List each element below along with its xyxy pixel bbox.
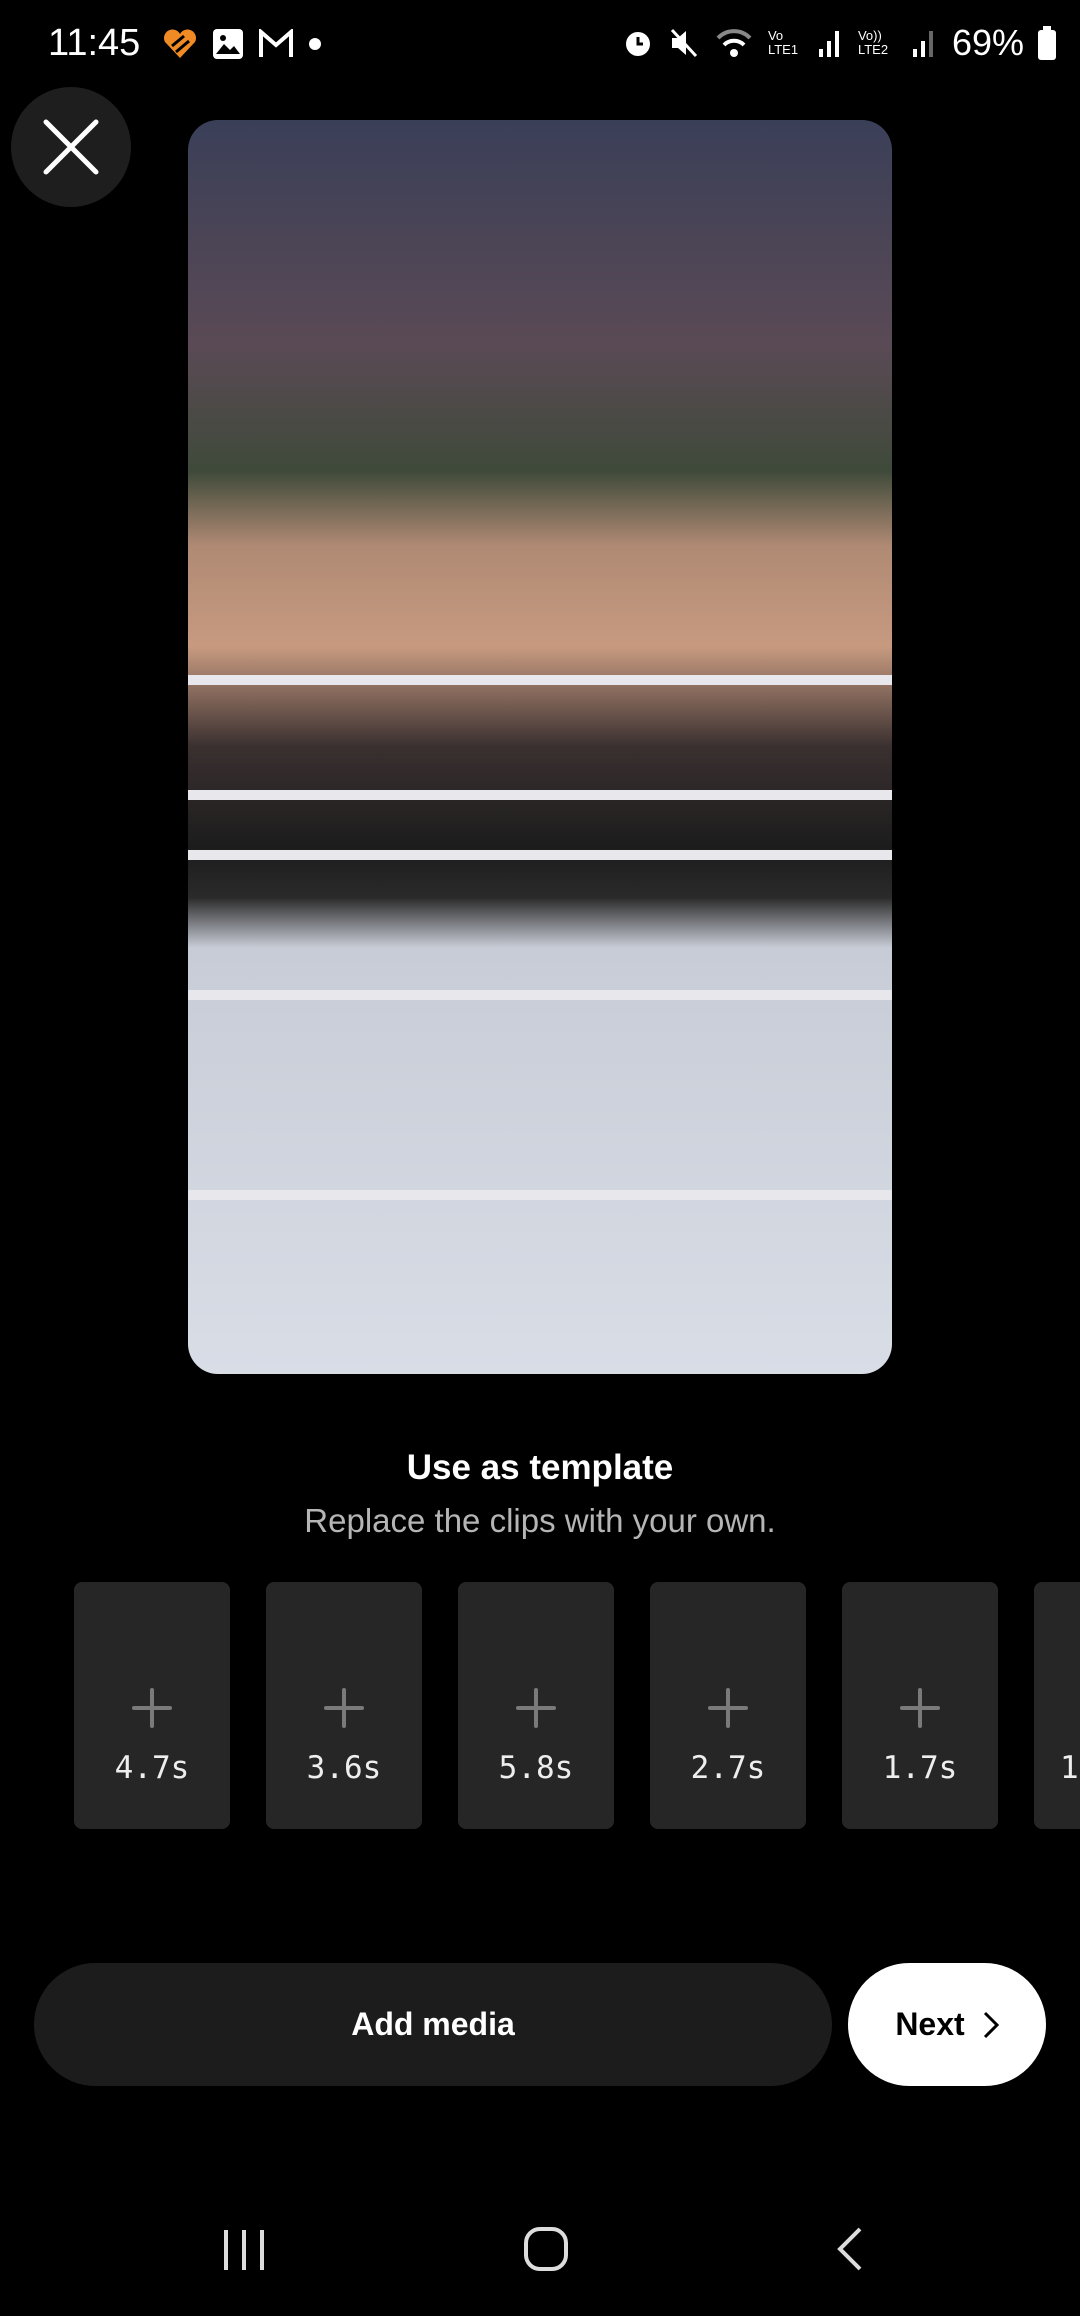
clip-duration: 3.6s <box>306 1750 382 1786</box>
lte1-label: Vo LTE1 <box>767 28 799 57</box>
add-media-label: Add media <box>351 2006 515 2042</box>
template-subtitle: Replace the clips with your own. <box>304 1502 776 1539</box>
clip-slot[interactable]: 3.6s <box>266 1582 422 1829</box>
battery-icon <box>1038 26 1056 60</box>
plus-icon <box>324 1688 364 1728</box>
close-icon <box>43 119 99 175</box>
home-icon <box>524 2227 568 2271</box>
signal-lte1-icon <box>818 31 839 57</box>
alarm-icon <box>625 32 650 56</box>
mute-icon <box>670 28 698 58</box>
template-title: Use as template <box>406 1448 674 1487</box>
plus-icon <box>708 1688 748 1728</box>
recent-apps-button[interactable] <box>222 2228 266 2277</box>
plus-icon <box>516 1688 556 1728</box>
clip-duration: 2.7s <box>690 1750 766 1786</box>
gmail-icon <box>259 29 293 57</box>
clip-duration: 1 <box>1060 1750 1079 1786</box>
plus-icon <box>900 1688 940 1728</box>
clip-slot[interactable]: 1.7s <box>842 1582 998 1829</box>
chevron-right-icon <box>983 2011 999 2038</box>
clip-duration: 4.7s <box>114 1750 190 1786</box>
next-label: Next <box>895 2006 965 2042</box>
back-button[interactable] <box>834 2226 864 2277</box>
wifi-icon <box>716 29 752 57</box>
ring-rope <box>188 675 892 685</box>
clip-slot[interactable]: 5.8s <box>458 1582 614 1829</box>
close-button[interactable] <box>11 87 131 207</box>
ring-rope <box>188 850 892 860</box>
recent-apps-icon <box>224 2230 264 2270</box>
status-bar: 11:45 Vo LTE1 Vo)) LTE2 69% <box>0 0 1080 95</box>
clip-duration: 1.7s <box>882 1750 958 1786</box>
signal-lte2-icon <box>912 31 933 57</box>
ring-rope <box>188 790 892 800</box>
lte2-label: Vo)) LTE2 <box>857 28 889 57</box>
clip-slots: 4.7s 3.6s 5.8s 2.7s 1.7s 1 <box>74 1582 1080 1829</box>
plus-icon <box>132 1688 172 1728</box>
next-button[interactable]: Next <box>848 1963 1046 2086</box>
clip-slot[interactable]: 1 <box>1034 1582 1080 1829</box>
ring-rope <box>188 990 892 1000</box>
video-preview[interactable] <box>188 120 892 1374</box>
home-button[interactable] <box>523 2226 569 2277</box>
status-time: 11:45 <box>48 22 141 64</box>
navigation-bar <box>0 2210 1080 2290</box>
gallery-icon <box>213 29 243 59</box>
back-icon <box>837 2227 862 2271</box>
add-media-button[interactable]: Add media <box>34 1963 832 2086</box>
heart-app-icon <box>164 29 196 58</box>
clip-duration: 5.8s <box>498 1750 574 1786</box>
ring-rope <box>188 1190 892 1200</box>
clip-slot[interactable]: 4.7s <box>74 1582 230 1829</box>
battery-percent: 69% <box>951 22 1024 63</box>
dot-icon <box>309 38 321 50</box>
clip-slot[interactable]: 2.7s <box>650 1582 806 1829</box>
